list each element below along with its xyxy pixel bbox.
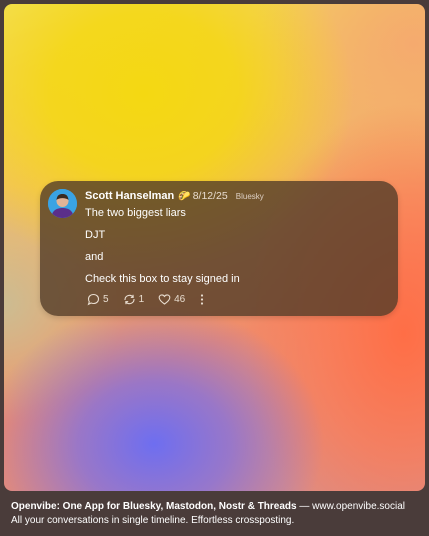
post-text-line: Check this box to stay signed in [85, 273, 240, 285]
avatar[interactable] [48, 189, 77, 218]
like-button[interactable]: 46 [158, 293, 185, 306]
footer-separator: — [296, 501, 313, 512]
network-label: Bluesky [235, 191, 264, 201]
post-header: Scott Hanselman 🌮 8/12/25 Bluesky [85, 190, 264, 202]
footer-tagline: All your conversations in single timelin… [11, 515, 295, 526]
post-date[interactable]: 8/12/25 [193, 190, 228, 202]
like-count: 46 [174, 294, 186, 305]
more-button[interactable] [199, 293, 208, 306]
post-actions: 5 1 46 [87, 293, 222, 306]
post-text-line: The two biggest liars [85, 207, 186, 219]
reply-icon [87, 293, 100, 306]
post-text-line: and [85, 251, 104, 263]
footer-line-1: Openvibe: One App for Bluesky, Mastodon,… [11, 500, 405, 514]
author-name[interactable]: Scott Hanselman [85, 190, 174, 202]
avatar-image [48, 189, 77, 218]
more-icon [201, 294, 204, 305]
reply-count: 5 [103, 294, 109, 305]
post-card[interactable]: Scott Hanselman 🌮 8/12/25 Bluesky The tw… [40, 181, 398, 316]
reply-button[interactable]: 5 [87, 293, 109, 306]
heart-icon [158, 294, 171, 305]
post-text-line: DJT [85, 229, 106, 241]
repost-icon [124, 294, 135, 305]
promo-footer: Openvibe: One App for Bluesky, Mastodon,… [11, 500, 405, 528]
website-link[interactable]: www.openvibe.social [312, 501, 405, 512]
gradient-background: Scott Hanselman 🌮 8/12/25 Bluesky The tw… [4, 4, 425, 491]
app-name: Openvibe: One App for Bluesky, Mastodon,… [11, 501, 297, 512]
repost-count: 1 [138, 294, 145, 305]
repost-button[interactable]: 1 [123, 293, 145, 306]
taco-badge: 🌮 [178, 190, 191, 202]
